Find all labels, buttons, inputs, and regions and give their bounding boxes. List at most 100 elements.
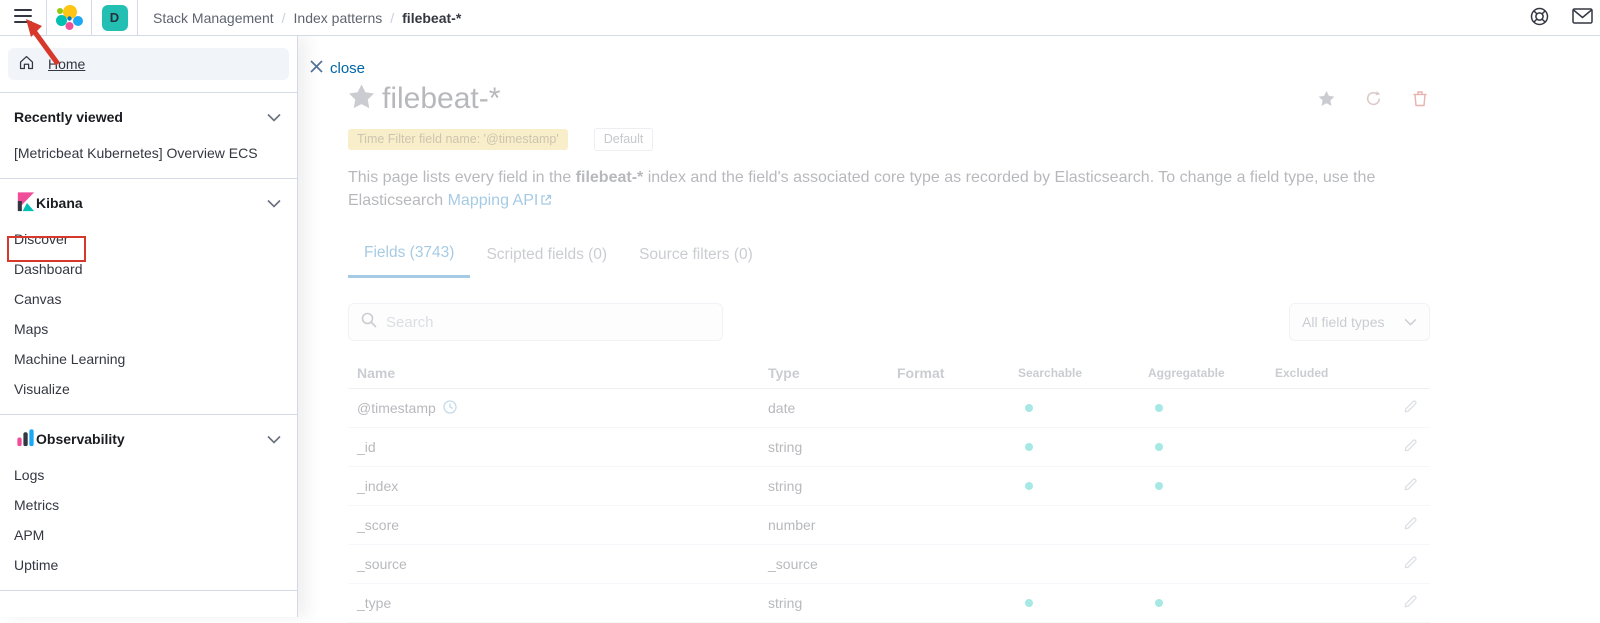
field-type: date xyxy=(768,400,897,416)
field-type-filter[interactable]: All field types xyxy=(1289,303,1430,341)
refresh-icon xyxy=(1365,90,1382,110)
index-pattern-page: close filebeat-* xyxy=(298,36,1600,617)
page-title: filebeat-* xyxy=(382,82,500,116)
menu-button[interactable] xyxy=(0,0,46,35)
chevron-down-icon[interactable] xyxy=(267,113,281,122)
sidebar-item-home[interactable]: Home xyxy=(8,48,289,80)
search-input[interactable] xyxy=(386,314,710,331)
title-actions xyxy=(1318,90,1428,110)
close-button[interactable]: close xyxy=(310,60,365,77)
tab-scripted-fields[interactable]: Scripted fields (0) xyxy=(470,244,623,278)
table-row: @timestamp date xyxy=(348,389,1430,428)
breadcrumb-index-patterns[interactable]: Index patterns xyxy=(294,10,383,26)
hamburger-icon xyxy=(14,9,32,26)
observability-section-header[interactable]: Observability xyxy=(14,427,281,451)
delete-button[interactable] xyxy=(1412,90,1428,110)
column-header-format[interactable]: Format xyxy=(897,365,1018,381)
tab-bar: Fields (3743) Scripted fields (0) Source… xyxy=(348,244,1430,278)
sidebar-item-logs[interactable]: Logs xyxy=(14,460,281,490)
time-filter-badge: Time Filter field name: '@timestamp' xyxy=(348,129,568,150)
sidebar-item-maps[interactable]: Maps xyxy=(14,314,281,344)
breadcrumb-separator: / xyxy=(282,10,286,26)
kibana-section-header[interactable]: Kibana xyxy=(14,191,281,215)
kibana-logo xyxy=(14,190,37,216)
field-type: number xyxy=(768,517,897,533)
table-row: _score number xyxy=(348,506,1430,545)
field-search[interactable] xyxy=(348,303,723,341)
breadcrumb-separator: / xyxy=(390,10,394,26)
sidebar-item-metrics[interactable]: Metrics xyxy=(14,490,281,520)
sidebar-item-dashboard[interactable]: Dashboard xyxy=(14,254,281,284)
field-type: string xyxy=(768,595,897,611)
breadcrumb-stack-management[interactable]: Stack Management xyxy=(153,10,274,26)
sidebar-item-apm[interactable]: APM xyxy=(14,520,281,550)
set-default-button[interactable] xyxy=(1318,90,1335,110)
chevron-down-icon[interactable] xyxy=(267,435,281,444)
pencil-icon xyxy=(1403,555,1418,573)
edit-field-button[interactable] xyxy=(1403,438,1430,456)
aggregatable-indicator xyxy=(1155,404,1163,412)
home-link-label[interactable]: Home xyxy=(48,56,85,72)
observability-section: Observability Logs Metrics APM Uptime xyxy=(0,415,297,590)
edit-field-button[interactable] xyxy=(1403,516,1430,534)
tab-fields[interactable]: Fields (3743) xyxy=(348,244,470,278)
column-header-aggregatable[interactable]: Aggregatable xyxy=(1148,366,1275,380)
home-icon xyxy=(18,54,35,74)
newsfeed-button[interactable] xyxy=(1564,0,1600,35)
column-header-name[interactable]: Name xyxy=(348,365,768,381)
recently-viewed-item[interactable]: [Metricbeat Kubernetes] Overview ECS xyxy=(14,138,281,168)
clock-icon xyxy=(443,400,457,417)
observability-logo xyxy=(14,426,37,452)
refresh-button[interactable] xyxy=(1365,90,1382,110)
column-header-excluded[interactable]: Excluded xyxy=(1275,366,1380,380)
aggregatable-indicator xyxy=(1155,443,1163,451)
help-icon xyxy=(1530,7,1549,29)
sidebar-item-uptime[interactable]: Uptime xyxy=(14,550,281,580)
star-icon xyxy=(348,83,375,115)
fields-table: Name Type Format Searchable Aggregatable… xyxy=(348,357,1430,623)
divider xyxy=(0,590,297,591)
page-description: This page lists every field in the fileb… xyxy=(348,166,1388,213)
table-header-row: Name Type Format Searchable Aggregatable… xyxy=(348,357,1430,389)
pencil-icon xyxy=(1403,477,1418,495)
navigation-sidebar: Home Recently viewed [Metricbeat Kuberne… xyxy=(0,36,298,617)
page-overlay-content: filebeat-* xyxy=(298,36,1600,617)
tab-source-filters[interactable]: Source filters (0) xyxy=(623,244,769,278)
space-switcher[interactable]: D xyxy=(91,0,137,35)
pencil-icon xyxy=(1403,594,1418,612)
pencil-icon xyxy=(1403,438,1418,456)
topbar-right-actions xyxy=(1514,0,1600,35)
edit-field-button[interactable] xyxy=(1403,594,1430,612)
index-name-bold: filebeat-* xyxy=(576,169,644,186)
help-button[interactable] xyxy=(1514,0,1564,35)
field-type: string xyxy=(768,478,897,494)
edit-field-button[interactable] xyxy=(1403,477,1430,495)
space-badge[interactable]: D xyxy=(102,5,128,31)
star-icon xyxy=(1318,90,1335,110)
external-link-icon xyxy=(540,193,552,210)
breadcrumb-current: filebeat-* xyxy=(402,10,461,26)
edit-field-button[interactable] xyxy=(1403,399,1430,417)
chevron-down-icon[interactable] xyxy=(267,199,281,208)
edit-field-button[interactable] xyxy=(1403,555,1430,573)
search-icon xyxy=(361,312,377,333)
elastic-logo[interactable] xyxy=(46,0,91,35)
chevron-down-icon xyxy=(1404,318,1417,326)
sidebar-item-discover[interactable]: Discover xyxy=(14,224,281,254)
column-header-type[interactable]: Type xyxy=(768,365,897,381)
sidebar-item-canvas[interactable]: Canvas xyxy=(14,284,281,314)
close-icon xyxy=(310,60,323,77)
recently-viewed-header[interactable]: Recently viewed xyxy=(14,105,281,129)
trash-icon xyxy=(1412,90,1428,110)
aggregatable-indicator xyxy=(1155,599,1163,607)
field-name: _type xyxy=(357,595,391,611)
searchable-indicator xyxy=(1025,404,1033,412)
field-name: _source xyxy=(357,556,407,572)
column-header-searchable[interactable]: Searchable xyxy=(1018,366,1148,380)
sidebar-item-visualize[interactable]: Visualize xyxy=(14,374,281,404)
sidebar-item-machine-learning[interactable]: Machine Learning xyxy=(14,344,281,374)
field-type: _source xyxy=(768,556,897,572)
aggregatable-indicator xyxy=(1155,482,1163,490)
mapping-api-link[interactable]: Mapping API xyxy=(448,192,539,209)
searchable-indicator xyxy=(1025,599,1033,607)
